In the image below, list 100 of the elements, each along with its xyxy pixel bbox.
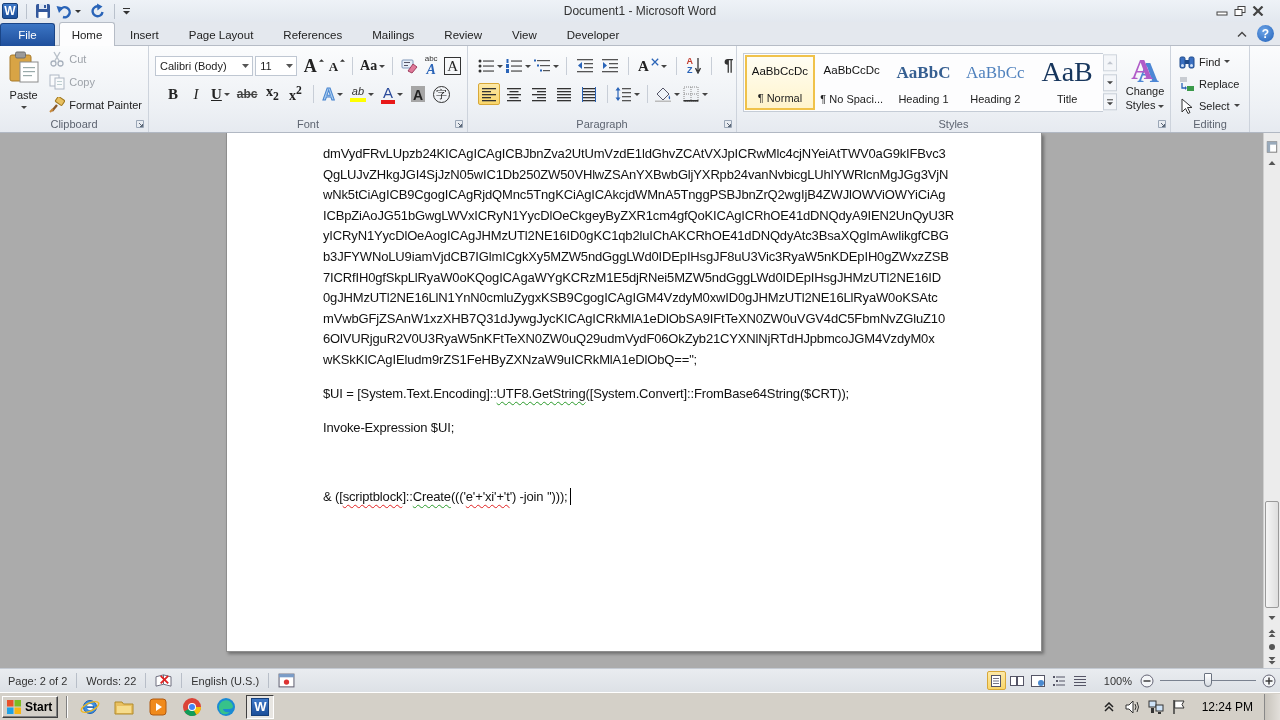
copy-icon [49, 74, 66, 90]
replace-icon [1179, 75, 1195, 92]
caret-up-icon [340, 59, 346, 62]
down-arrow-icon [695, 58, 702, 74]
redo-icon[interactable] [90, 3, 106, 19]
page-view-icon [1010, 673, 1025, 688]
style-option[interactable]: AaBbC Heading 1 [888, 55, 959, 110]
scrollbar-thumb[interactable] [1265, 501, 1279, 608]
caret-icon[interactable] [75, 9, 81, 13]
caret-icon[interactable] [497, 64, 503, 68]
caret-icon [397, 92, 404, 96]
paint-bucket-icon[interactable] [655, 86, 671, 102]
proofing-book-icon[interactable] [155, 673, 173, 688]
ribbon-tab[interactable]: Developer [551, 23, 635, 46]
file-tab[interactable]: File [0, 23, 55, 46]
subscript-button[interactable]: x$_{2}$ [262, 83, 283, 105]
customize-menu-icon[interactable] [123, 7, 130, 15]
ribbon-tab[interactable]: View [497, 23, 552, 46]
ribbon-tab[interactable]: Mailings [357, 23, 430, 46]
select-button[interactable]: Select [1177, 95, 1242, 116]
grow-font-button[interactable]: A [301, 55, 326, 77]
zoom-level[interactable]: 100% [1103, 674, 1132, 687]
dialog-launcher-icon[interactable] [1158, 120, 1166, 128]
dialog-launcher-icon[interactable] [724, 120, 732, 128]
app-icon[interactable]: W [2, 3, 18, 19]
caret-icon [368, 92, 375, 96]
dialog-launcher-icon[interactable] [136, 120, 144, 128]
start-button[interactable]: Start [2, 695, 59, 718]
italic-button[interactable]: I [186, 83, 206, 105]
strikethrough-button[interactable]: abc [234, 83, 260, 105]
group-label: Clipboard [50, 118, 98, 130]
underline-button[interactable]: U [209, 83, 232, 105]
dialog-launcher-icon[interactable] [455, 120, 463, 128]
show-formatting-marks-button[interactable]: ¶ [718, 55, 739, 77]
line-spacing-icon[interactable] [615, 86, 631, 102]
eraser-icon[interactable] [400, 58, 419, 74]
replace-button[interactable]: Replace [1177, 73, 1242, 94]
ribbon-tab[interactable]: Home [59, 22, 115, 46]
increase-indent-icon[interactable] [602, 58, 618, 74]
shrink-font-button[interactable]: A [326, 55, 348, 77]
more-styles-icon[interactable] [1103, 92, 1117, 112]
style-option[interactable]: AaBbCc Heading 2 [960, 55, 1031, 110]
restore-icon[interactable] [1234, 6, 1246, 16]
zoom-slider[interactable] [1160, 676, 1256, 685]
change-styles-button[interactable]: A Change Styles [1120, 53, 1170, 116]
ribbon-tab[interactable]: Page Layout [173, 23, 269, 46]
align-left-button[interactable] [478, 83, 500, 105]
borders-icon[interactable] [683, 86, 699, 102]
ruler-icon[interactable] [1264, 139, 1280, 155]
bold-button[interactable]: B [163, 83, 183, 105]
flag-icon[interactable] [1170, 698, 1187, 715]
paste-button[interactable]: Paste [4, 48, 44, 116]
save-icon[interactable] [35, 3, 51, 19]
phonetic-guide-button[interactable]: abc A [421, 55, 442, 77]
caret-icon[interactable] [634, 92, 640, 96]
ribbon-tab[interactable]: Insert [115, 23, 174, 46]
page-count[interactable]: Page: 2 of 2 [8, 674, 68, 687]
asian-layout-button[interactable]: A [636, 55, 669, 77]
change-case-button[interactable]: Aa [358, 55, 388, 77]
bullets-icon[interactable] [478, 58, 494, 74]
caret-icon[interactable] [525, 64, 531, 68]
taskbar-app-button[interactable]: W [246, 694, 275, 719]
network-icon[interactable] [1147, 698, 1164, 715]
caret-icon[interactable] [674, 92, 680, 96]
undo-icon[interactable] [56, 3, 72, 19]
style-option[interactable]: AaB Title [1032, 55, 1102, 110]
style-option[interactable]: AaBbCcDc ¶ Normal [745, 55, 815, 110]
character-border-button[interactable]: A [442, 55, 463, 77]
clock[interactable]: 12:24 PM [1201, 699, 1253, 714]
font-size-field[interactable]: 11 [255, 56, 297, 76]
numbering-icon[interactable] [506, 58, 522, 74]
speaker-icon[interactable] [1124, 698, 1141, 715]
show-desktop-button[interactable] [1264, 693, 1280, 720]
font-name-field[interactable]: Calibri (Body) [155, 56, 254, 76]
highlight-button[interactable]: ab [347, 83, 377, 105]
language[interactable]: English (U.S.) [191, 674, 260, 687]
word-count[interactable]: Words: 22 [86, 674, 137, 687]
slider-thumb[interactable] [1204, 673, 1212, 687]
style-option[interactable]: AaBbCcDc ¶ No Spaci... [816, 55, 887, 110]
ribbon-tab[interactable]: Review [429, 23, 498, 46]
print-layout-button[interactable] [986, 671, 1006, 690]
show-hidden-icons-icon[interactable] [1103, 701, 1114, 712]
zoom-in-icon[interactable] [1262, 673, 1276, 688]
sort-button[interactable]: A Z [683, 55, 704, 77]
superscript-button[interactable]: x$^{2}$ [285, 83, 306, 105]
caret-icon [379, 64, 386, 68]
caret-icon[interactable] [553, 64, 559, 68]
ribbon-tab[interactable]: References [268, 23, 358, 46]
close-icon[interactable] [1252, 6, 1264, 16]
vertical-scrollbar[interactable] [1263, 133, 1280, 668]
scroll-down-icon[interactable] [1103, 72, 1117, 93]
font-color-button[interactable]: A [379, 83, 406, 105]
macro-record-icon[interactable] [278, 673, 296, 688]
decrease-indent-icon[interactable] [577, 58, 593, 74]
format-painter-button[interactable]: Format Painter [47, 94, 144, 116]
zoom-out-icon[interactable] [1140, 673, 1154, 688]
find-button[interactable]: Find [1177, 51, 1242, 72]
collapse-ribbon-icon[interactable] [1237, 30, 1247, 37]
multilevel-list-icon[interactable] [534, 58, 550, 74]
caret-icon[interactable] [702, 92, 708, 96]
